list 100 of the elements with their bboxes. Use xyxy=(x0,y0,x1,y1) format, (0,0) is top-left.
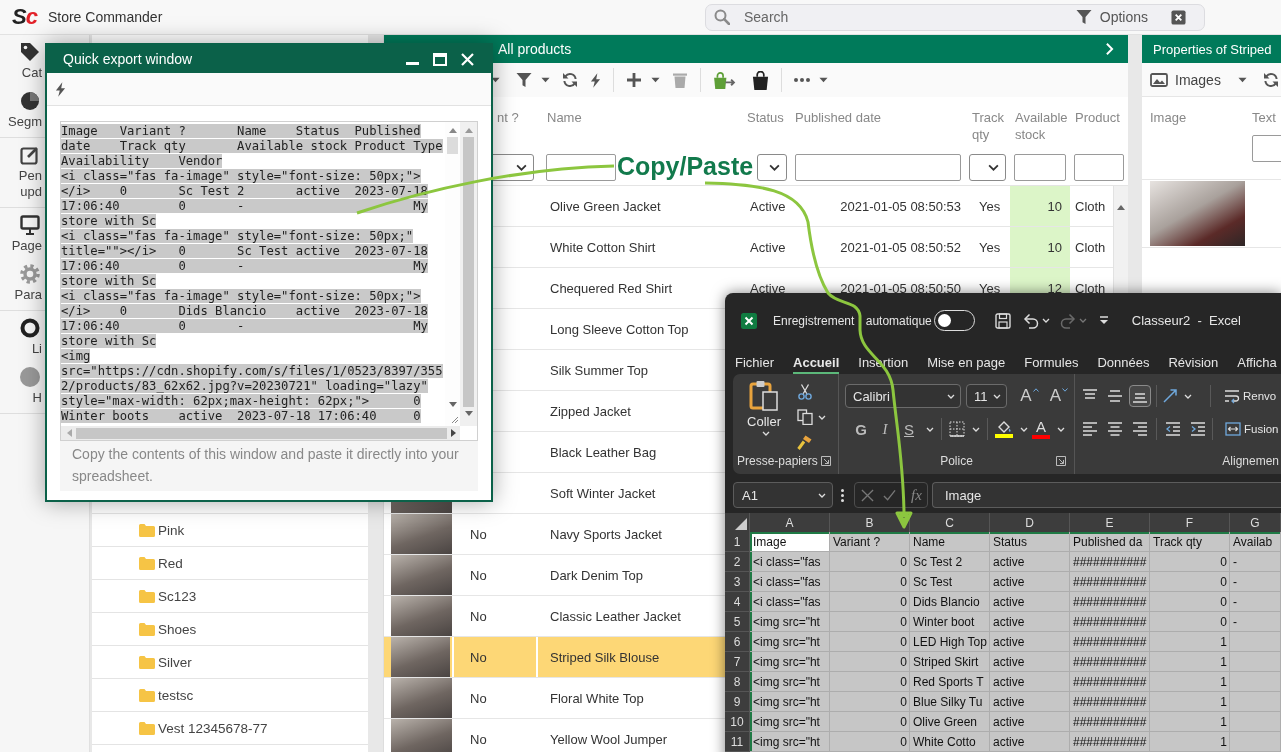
ribbon-tab[interactable]: Formules xyxy=(1024,348,1079,374)
spreadsheet-app-icon[interactable] xyxy=(741,312,757,329)
row-header[interactable]: 7 xyxy=(725,652,750,672)
customize-icon[interactable] xyxy=(1098,316,1109,325)
row-header[interactable]: 6 xyxy=(725,632,750,652)
formula-field[interactable]: Image xyxy=(932,482,1281,508)
category-label[interactable]: Vest 12345678-77 xyxy=(158,720,268,736)
ribbon-tab[interactable]: Afficha xyxy=(1237,348,1277,374)
diagonal-arrow-icon[interactable] xyxy=(1162,388,1178,404)
filter-input[interactable] xyxy=(546,154,616,181)
row-header[interactable]: 3 xyxy=(725,572,750,592)
font-size-select[interactable]: 11 xyxy=(965,384,1008,408)
monitor-icon[interactable] xyxy=(20,215,40,235)
minimize-icon[interactable] xyxy=(406,61,419,65)
category-label[interactable]: Sc123 xyxy=(158,588,197,604)
caret-icon[interactable] xyxy=(541,77,550,83)
scrollbar-thumb[interactable] xyxy=(76,427,447,439)
undo-icon[interactable] xyxy=(1022,312,1039,329)
column-header[interactable]: E xyxy=(1070,513,1150,532)
export-text-area[interactable]: Image Variant ? Name Status Published date Track qty Available stock Product Type Availability Vendor <i class="fas fa-image" style="font-size: 50px;"> </i> 0 Sc Test 2 active 2023-07-18 17:06:40 0 - My store with Sc <i class="fas fa-image" style="font-size: 50px;" title=""></i> 0 Sc Test active 2023-07-18 17:06:40 0 - My store with Sc <i class="fas fa-image" style="font-size: 50px;"> </i> 0 Dids Blancio active 2023-07-18 17:06:40 0 - My store with Sc <img src="https://cdn.shopify.com/s/files/1/0523/8397/355 2/products/83_62x62.jpg?v=20230721" loading="lazy" style="max-width: 62px;max-height: 62px;"> 0 Winter boots active 2023-07-18 17:06:40 0 xyxy=(60,121,478,441)
caret-icon[interactable] xyxy=(819,77,828,83)
paste-button[interactable]: Coller xyxy=(737,380,791,451)
column-header[interactable]: C xyxy=(910,513,990,532)
copy-icon[interactable] xyxy=(797,409,813,425)
row-header[interactable]: 2 xyxy=(725,552,750,572)
circle-icon[interactable] xyxy=(20,367,40,387)
cancel-icon[interactable] xyxy=(861,488,874,502)
lightning-icon[interactable] xyxy=(55,81,66,97)
column-header[interactable]: Product xyxy=(1075,109,1120,126)
scroll-up-icon[interactable] xyxy=(1117,205,1125,210)
bold-button[interactable]: G xyxy=(851,420,871,438)
increase-indent-icon[interactable] xyxy=(1190,421,1206,437)
options-button[interactable]: Options xyxy=(1075,9,1148,25)
column-header[interactable]: F xyxy=(1150,513,1230,532)
lightning-icon[interactable] xyxy=(590,72,601,88)
ring-icon[interactable] xyxy=(20,318,40,338)
name-box[interactable]: A1 xyxy=(733,482,833,508)
search-field[interactable]: Search Options xyxy=(705,3,1205,31)
category-label[interactable]: testsc xyxy=(158,687,194,703)
column-header[interactable]: Text xyxy=(1252,109,1281,126)
scissors-icon[interactable] xyxy=(797,384,813,400)
filter-input[interactable] xyxy=(1252,135,1281,162)
column-header[interactable]: Image xyxy=(1150,109,1246,126)
column-header[interactable]: D xyxy=(990,513,1070,532)
ribbon-tab[interactable]: Fichier xyxy=(735,348,774,374)
sidebar-label[interactable]: Pen upd xyxy=(6,168,42,200)
filter-icon[interactable] xyxy=(516,72,532,88)
align-center-icon[interactable] xyxy=(1107,421,1123,437)
paint-bucket-icon[interactable] xyxy=(996,420,1012,433)
font-color-button[interactable]: A xyxy=(1032,419,1050,439)
maximize-icon[interactable] xyxy=(433,52,447,66)
close-icon[interactable] xyxy=(1171,9,1186,25)
column-header[interactable]: B xyxy=(830,513,910,532)
column-header[interactable]: Status xyxy=(747,109,784,126)
italic-button[interactable]: I xyxy=(875,420,895,438)
category-label[interactable]: Shoes xyxy=(158,621,197,637)
category-label[interactable]: Silver xyxy=(158,654,192,670)
align-right-icon[interactable] xyxy=(1132,421,1148,437)
column-header[interactable]: nt ? xyxy=(497,109,519,126)
category-label[interactable]: Red xyxy=(158,555,183,571)
scroll-right-icon[interactable] xyxy=(451,429,456,437)
filter-select[interactable] xyxy=(757,154,787,181)
close-icon[interactable] xyxy=(461,52,474,66)
shrink-font-button[interactable]: A xyxy=(1049,386,1068,406)
chevron-right-icon[interactable] xyxy=(1105,42,1114,56)
borders-icon[interactable] xyxy=(949,421,965,437)
decrease-indent-icon[interactable] xyxy=(1165,421,1181,437)
column-header[interactable]: G xyxy=(1230,513,1281,532)
row-header[interactable]: 11 xyxy=(725,732,750,752)
paintbrush-icon[interactable] xyxy=(797,434,813,450)
font-select[interactable]: Calibri xyxy=(845,384,961,408)
scrollbar-thumb[interactable] xyxy=(447,137,458,154)
sidebar-label[interactable]: Segm xyxy=(8,114,42,130)
dialog-launcher-icon[interactable] xyxy=(1056,456,1066,466)
column-header[interactable]: Track qty xyxy=(972,109,1010,143)
grow-font-button[interactable]: A xyxy=(1020,386,1039,406)
sidebar-label[interactable]: Para xyxy=(14,287,42,303)
shopping-bag-arrow-icon[interactable] xyxy=(713,71,736,89)
tag-icon[interactable] xyxy=(20,42,40,62)
wrap-text-button[interactable]: Renvo xyxy=(1224,388,1277,404)
row-header[interactable]: 1 xyxy=(725,532,750,552)
refresh-icon[interactable] xyxy=(1262,71,1279,88)
caret-icon[interactable] xyxy=(651,77,660,83)
save-icon[interactable] xyxy=(994,312,1011,329)
dialog-launcher-icon[interactable] xyxy=(820,456,831,466)
check-icon[interactable] xyxy=(883,488,896,502)
row-header[interactable]: 8 xyxy=(725,672,750,692)
gear-icon[interactable] xyxy=(20,264,40,284)
filter-input[interactable] xyxy=(795,154,961,181)
horizontal-scrollbar[interactable] xyxy=(61,426,460,440)
filter-input[interactable] xyxy=(1074,154,1124,181)
select-all-icon[interactable] xyxy=(735,518,747,530)
sidebar-label[interactable]: Page xyxy=(11,238,42,254)
pie-chart-icon[interactable] xyxy=(20,91,40,111)
column-header[interactable]: Name xyxy=(547,109,582,126)
row-header[interactable]: 4 xyxy=(725,592,750,612)
ribbon-tab[interactable]: Données xyxy=(1097,348,1150,374)
resize-grip-icon[interactable] xyxy=(449,414,459,424)
align-left-icon[interactable] xyxy=(1082,421,1098,437)
align-button[interactable] xyxy=(1129,385,1151,407)
